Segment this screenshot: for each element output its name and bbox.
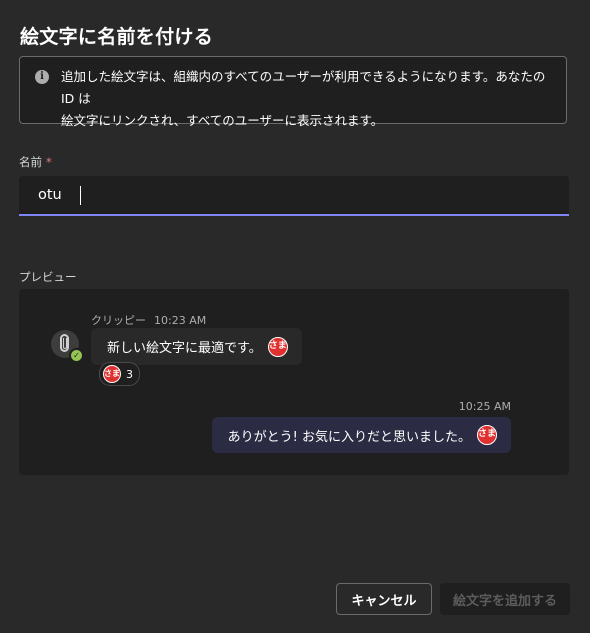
reaction-pill[interactable]: さま 3 xyxy=(99,362,140,386)
outgoing-message-bubble: ありがとう! お気に入りだと思いました。 さま xyxy=(211,417,511,453)
custom-emoji-icon: さま xyxy=(477,425,497,445)
paperclip-inner-icon xyxy=(63,338,67,349)
reaction-emoji-icon: さま xyxy=(103,365,121,383)
incoming-timestamp: 10:23 AM xyxy=(154,314,207,327)
incoming-message-text: 新しい絵文字に最適です。 xyxy=(107,341,262,356)
cancel-button[interactable]: キャンセル xyxy=(336,583,432,615)
custom-emoji-icon: さま xyxy=(267,336,288,357)
info-message-line-1: 追加した絵文字は、組織内のすべてのユーザーが利用できるようになります。あなたの … xyxy=(61,69,546,106)
text-cursor xyxy=(80,186,81,205)
name-label-text: 名前 xyxy=(19,155,42,169)
preview-panel: ✓ クリッピー 10:23 AM 新しい絵文字に最適です。 さま さま 3 10:… xyxy=(19,289,569,475)
reaction-count: 3 xyxy=(126,367,133,381)
outgoing-message-text: ありがとう! お気に入りだと思いました。 xyxy=(227,429,471,445)
info-message: 追加した絵文字は、組織内のすべてのユーザーが利用できるようになります。あなたの … xyxy=(61,66,551,132)
name-field-label: 名前 * xyxy=(19,154,52,170)
add-emoji-button[interactable]: 絵文字を追加する xyxy=(440,583,570,615)
info-message-line-2: 絵文字にリンクされ、すべてのユーザーに表示されます。 xyxy=(61,113,384,128)
outgoing-timestamp: 10:25 AM xyxy=(458,400,511,413)
name-emoji-dialog: 絵文字に名前を付ける i 追加した絵文字は、組織内のすべてのユーザーが利用できる… xyxy=(0,0,590,633)
dialog-title: 絵文字に名前を付ける xyxy=(20,26,214,48)
sender-name: クリッピー xyxy=(91,314,146,327)
avatar: ✓ xyxy=(51,330,84,363)
required-marker: * xyxy=(46,155,52,169)
info-icon: i xyxy=(35,70,49,84)
incoming-message-bubble: 新しい絵文字に最適です。 さま xyxy=(91,328,302,365)
preview-label: プレビュー xyxy=(19,270,77,284)
presence-available-icon: ✓ xyxy=(69,348,84,363)
name-input[interactable] xyxy=(19,176,569,214)
incoming-message-meta: クリッピー 10:23 AM xyxy=(91,312,206,328)
name-input-container[interactable] xyxy=(19,176,569,216)
info-message-box: i 追加した絵文字は、組織内のすべてのユーザーが利用できるようになります。あなた… xyxy=(19,56,567,128)
